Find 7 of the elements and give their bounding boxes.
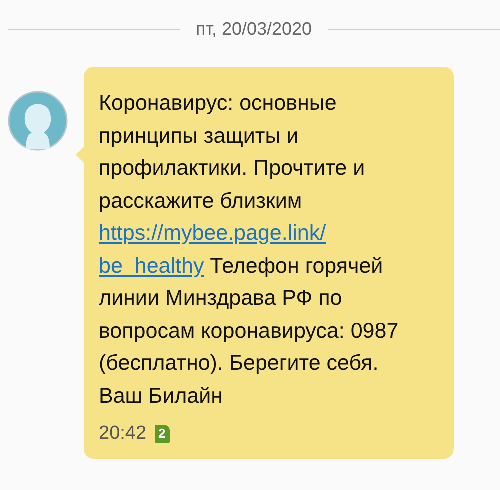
message-text: Коронавирус: основные принципы защиты и профилактики. Прочтите и расскажите близким https://mybee.page.link/ be_healthy Телефон горячей линии Минздрава РФ по вопросам коронавируса: 0987 (бесплатно). Берегите себя. Ваш Билайн bbox=[99, 90, 400, 410]
message-link[interactable]: https://mybee.page.link/ bbox=[99, 221, 326, 245]
message-link[interactable]: be_healthy bbox=[99, 254, 204, 278]
avatar-icon bbox=[8, 91, 68, 151]
message-time: 20:42 bbox=[99, 422, 147, 446]
sim-icon: 2 bbox=[154, 425, 170, 444]
date-separator: пт, 20/03/2020 bbox=[196, 18, 312, 41]
